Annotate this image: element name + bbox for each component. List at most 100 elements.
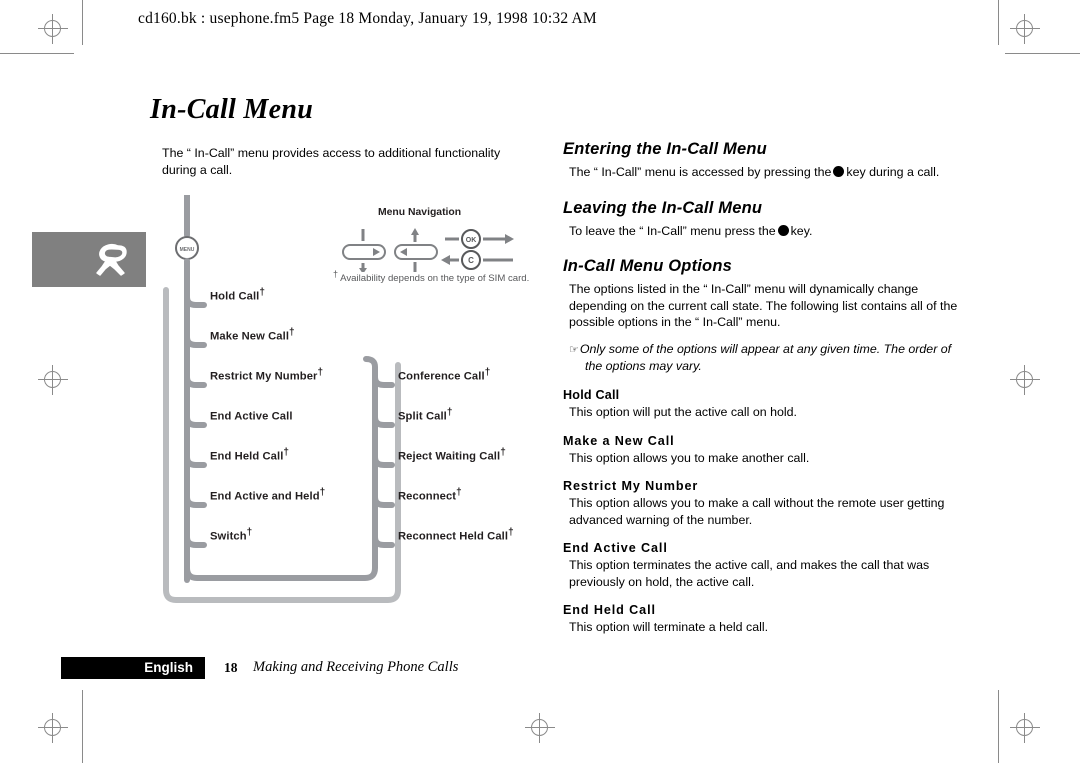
- option-definition-restrict-my-number: This option allows you to make a call wi…: [569, 496, 945, 527]
- legend-footnote-dagger: †: [333, 269, 339, 279]
- registration-vline: [539, 713, 540, 743]
- label-dagger: †: [319, 487, 326, 498]
- option-term-end-active-call: End Active Call: [563, 541, 668, 556]
- registration-mark-top-right: [1010, 14, 1040, 44]
- option-term-restrict-my-number: Restrict My Number: [563, 479, 699, 494]
- diagram-item-reject-waiting-call: Reject Waiting Call†: [398, 447, 506, 463]
- registration-hline: [38, 379, 68, 380]
- chapter-side-tab: [32, 232, 146, 287]
- registration-vline: [1024, 14, 1025, 44]
- label-text: End Active and Held: [210, 490, 320, 503]
- registration-hline: [1010, 379, 1040, 380]
- registration-hline: [38, 28, 68, 29]
- menu-navigation-legend-icons: OK C: [342, 228, 514, 272]
- paragraph-entering-in-call-menu: The “ In-Call” menu is accessed by press…: [569, 164, 963, 181]
- option-definition-end-held-call: This option will terminate a held call.: [569, 620, 769, 635]
- option-term-end-held-call: End Held Call: [563, 603, 656, 618]
- registration-hline: [525, 727, 555, 728]
- label-text: Reconnect: [398, 490, 457, 503]
- label-text: Conference Call: [398, 370, 485, 383]
- heading-in-call-menu-options: In-Call Menu Options: [563, 257, 732, 275]
- paragraph-in-call-menu-options: The options listed in the “ In-Call” men…: [569, 282, 958, 329]
- label-dagger: †: [500, 447, 506, 458]
- entering-text-after: key during a call.: [846, 165, 940, 179]
- label-text: End Held Call: [210, 450, 284, 463]
- option-definition-end-active-call: This option terminates the active call, …: [569, 558, 930, 589]
- option-definition-make-a-new-call: This option allows you to make another c…: [569, 450, 810, 465]
- running-header: cd160.bk : usephone.fm5 Page 18 Monday, …: [138, 10, 597, 27]
- crop-line-top-right-vertical: [998, 0, 999, 45]
- label-dagger: †: [246, 527, 253, 538]
- diagram-item-switch: Switch†: [210, 527, 252, 543]
- diagram-item-end-active-and-held: End Active and Held†: [210, 487, 325, 503]
- registration-mark-bottom-right: [1010, 713, 1040, 743]
- registration-vline: [52, 365, 53, 395]
- diagram-item-make-new-call: Make New Call†: [210, 327, 295, 343]
- label-text: Reconnect Held Call: [398, 530, 509, 543]
- label-dagger: †: [484, 367, 491, 378]
- note-options-vary: ☞ Only some of the options will appear at…: [569, 341, 963, 376]
- diagram-item-split-call: Split Call†: [398, 407, 453, 423]
- label-text: Switch: [210, 530, 247, 543]
- menu-key-icon: [833, 166, 845, 177]
- footer-language-tab: English: [61, 657, 205, 679]
- legend-title: Menu Navigation: [378, 207, 462, 218]
- label-dagger: †: [289, 327, 295, 338]
- label-text: End Active Call: [210, 410, 293, 423]
- registration-vline: [52, 14, 53, 44]
- option-term-make-a-new-call: Make a New Call: [563, 433, 675, 448]
- menu-node-label: MENU: [180, 247, 195, 253]
- registration-mark-bottom-left: [38, 713, 68, 743]
- handset-icon: [96, 243, 127, 276]
- label-text: Hold Call: [210, 290, 260, 303]
- note-text: Only some of the options will appear at …: [579, 341, 952, 374]
- heading-leaving-in-call-menu: Leaving the In-Call Menu: [563, 198, 763, 217]
- diagram-item-end-active-call: End Active Call: [210, 407, 293, 423]
- label-dagger: †: [259, 287, 266, 298]
- leaving-text-before: To leave the “ In-Call” menu press the: [569, 223, 776, 238]
- registration-mark-bottom-center: [525, 713, 555, 743]
- crop-line-top-left-horizontal: [0, 53, 74, 54]
- leaving-text-after: key.: [790, 223, 813, 238]
- ok-key-label: OK: [466, 237, 477, 244]
- footer-section-title: Making and Receiving Phone Calls: [253, 659, 459, 675]
- diagram-item-restrict-my-number: Restrict My Number†: [210, 367, 323, 383]
- crop-line-top-right-horizontal: [1005, 53, 1080, 54]
- paragraph-leaving-in-call-menu: To leave the “ In-Call” menu press the ke…: [569, 223, 963, 240]
- label-dagger: †: [446, 407, 453, 418]
- diagram-item-reconnect: Reconnect†: [398, 487, 462, 503]
- diagram-item-conference-call: Conference Call†: [398, 367, 490, 383]
- registration-mark-top-left: [38, 14, 68, 44]
- pointing-hand-icon: ☞: [569, 343, 579, 356]
- option-term-hold-call: Hold Call: [563, 388, 620, 403]
- label-text: Make New Call: [210, 330, 290, 343]
- intro-paragraph: The “ In-Call” menu provides access to a…: [162, 146, 501, 177]
- in-call-menu-diagram: MENU Menu Navigation OK C † Availability…: [150, 192, 560, 615]
- footer-language-label: English: [144, 660, 193, 675]
- entering-text-before: The “ In-Call” menu is accessed by press…: [569, 165, 832, 179]
- registration-mark-middle-left: [38, 365, 68, 395]
- crop-line-bottom-right-vertical: [998, 690, 999, 763]
- right-content-column: Entering the In-Call Menu The “ In-Call”…: [563, 140, 963, 638]
- registration-hline: [1010, 28, 1040, 29]
- diagram-item-hold-call: Hold Call†: [210, 287, 265, 303]
- label-text: Split Call: [398, 410, 447, 423]
- label-dagger: †: [456, 487, 462, 498]
- crop-line-top-left-vertical: [82, 0, 83, 45]
- diagram-item-end-held-call: End Held Call†: [210, 447, 289, 463]
- label-text: Reject Waiting Call: [398, 450, 501, 463]
- option-definition-hold-call: This option will put the active call on …: [569, 405, 797, 420]
- legend-footnote-text: Availability depends on the type of SIM …: [340, 273, 530, 285]
- label-dagger: †: [283, 447, 290, 458]
- registration-vline: [1024, 365, 1025, 395]
- footer-page-number: 18: [224, 660, 238, 675]
- page-title: In-Call Menu: [150, 94, 314, 125]
- diagram-item-reconnect-held-call: Reconnect Held Call†: [398, 527, 514, 543]
- registration-vline: [1024, 713, 1025, 743]
- label-dagger: †: [508, 527, 514, 538]
- registration-hline: [1010, 727, 1040, 728]
- registration-hline: [38, 727, 68, 728]
- crop-line-bottom-left-vertical: [82, 690, 83, 763]
- label-text: Restrict My Number: [210, 370, 318, 383]
- registration-mark-middle-right: [1010, 365, 1040, 395]
